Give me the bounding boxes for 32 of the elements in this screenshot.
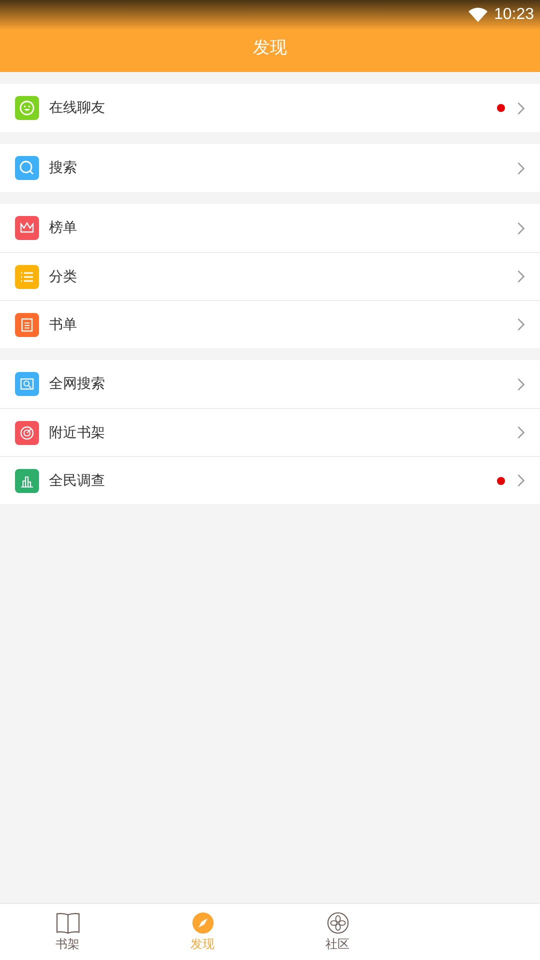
nav-tab[interactable]: 书架 — [0, 904, 135, 960]
clock: 10:23 — [494, 6, 534, 24]
chevron-icon — [517, 474, 525, 487]
page-title: 发现 — [253, 37, 287, 59]
menu-item[interactable]: 榜单 — [0, 204, 540, 252]
menu-item[interactable]: 分类 — [0, 252, 540, 300]
menu-item[interactable]: 全民调查 — [0, 456, 540, 504]
wifi-icon — [468, 7, 488, 23]
chevron-icon — [517, 222, 525, 234]
book-icon — [56, 912, 80, 934]
menu-item[interactable]: 搜索 — [0, 144, 540, 192]
chevron-icon — [517, 378, 525, 390]
chevron-icon — [517, 102, 525, 114]
menu-label: 书单 — [49, 316, 78, 334]
menu-item[interactable]: 书单 — [0, 300, 540, 348]
menu-item[interactable]: 附近书架 — [0, 408, 540, 456]
menu-item[interactable]: 全网搜索 — [0, 360, 540, 408]
menu-label: 榜单 — [49, 219, 78, 237]
menu-item[interactable]: 在线聊友 — [0, 84, 540, 132]
menu-label: 搜索 — [49, 159, 78, 177]
menu-label: 在线聊友 — [49, 99, 106, 117]
menu-label: 分类 — [49, 268, 78, 286]
chevron-icon — [517, 162, 525, 174]
menu-label: 附近书架 — [49, 424, 106, 442]
compass-icon — [190, 912, 214, 934]
chevron-icon — [517, 318, 525, 331]
nav-tab[interactable]: 社区 — [270, 904, 405, 960]
flower-icon — [326, 912, 350, 934]
chevron-icon — [517, 270, 525, 283]
menu-label: 全民调查 — [49, 472, 106, 490]
menu-label: 全网搜索 — [49, 375, 106, 393]
chevron-icon — [517, 426, 525, 439]
